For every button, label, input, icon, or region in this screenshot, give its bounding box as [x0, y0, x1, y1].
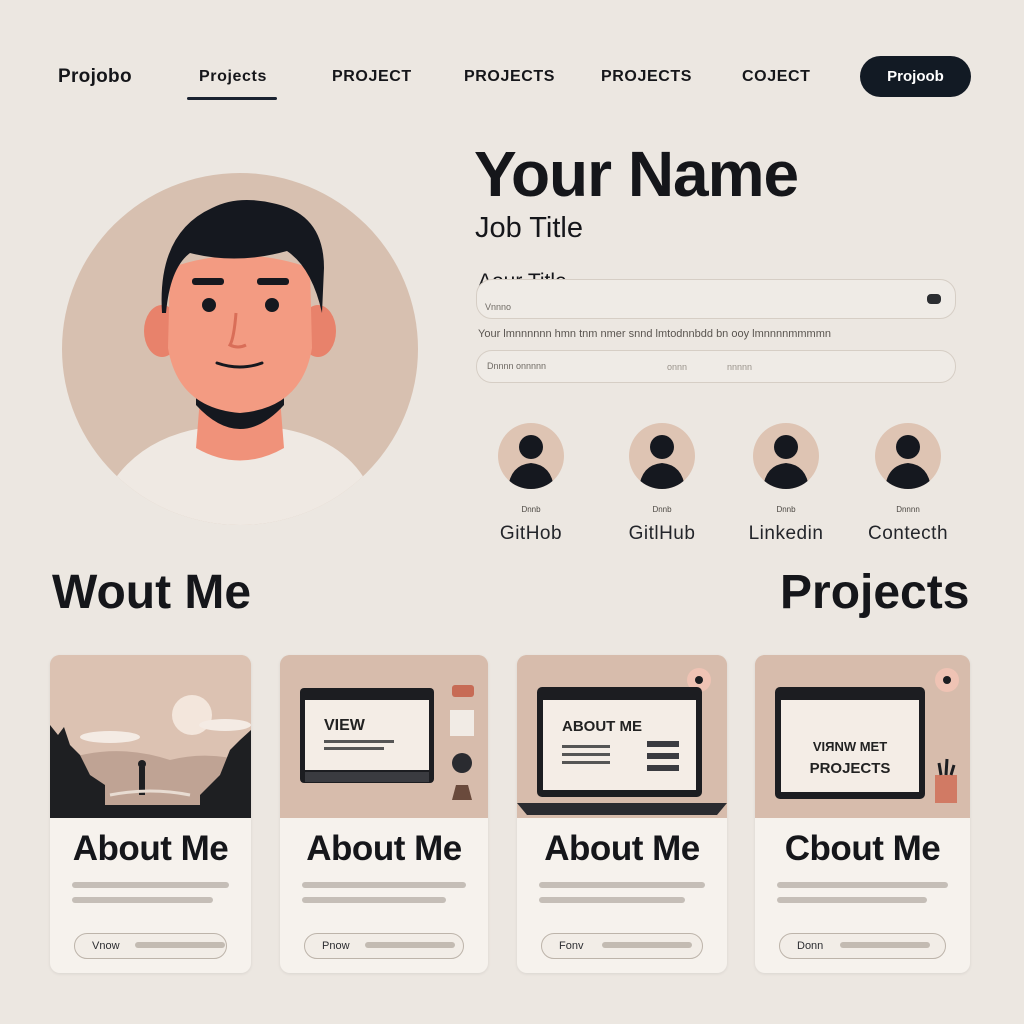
avatar-illustration	[112, 199, 367, 525]
user-silhouette-icon	[629, 423, 695, 489]
about-heading: Wout Me	[52, 566, 252, 619]
card-description	[302, 882, 466, 912]
user-silhouette-icon	[498, 423, 564, 489]
field2-value-2: nnnnn	[727, 362, 753, 372]
button-text-placeholder	[840, 942, 930, 948]
nav-link-project[interactable]: PROJECT	[332, 68, 412, 86]
card-title: About Me	[306, 829, 462, 868]
screen-about-text: ABOUT ME	[562, 718, 642, 735]
social-contact[interactable]: Dnnnn Contecth	[853, 423, 963, 553]
secondary-input-field[interactable]: Dnnnn onnnnn onnn nnnnn	[476, 350, 956, 383]
card-view-button[interactable]: Fonv	[541, 933, 703, 959]
button-text-placeholder	[602, 942, 692, 948]
social-caption: Dnnnn	[896, 505, 920, 514]
card-view-button[interactable]: Donn	[779, 933, 946, 959]
monitor-projects-image: VIЯNW МЕТ PROJECTS	[755, 655, 970, 818]
field2-value: onnn	[667, 362, 688, 372]
job-title: Job Title	[475, 212, 583, 244]
nav-link-projects-2[interactable]: PROJECTS	[464, 68, 555, 86]
nav-link-coject[interactable]: COJECT	[742, 68, 811, 86]
hero-name: Your Name	[474, 138, 799, 210]
nav-link-projects-3[interactable]: PROJECTS	[601, 68, 692, 86]
bio-text: Your lmnnnnnn hmn tnm nmer snnd lmtodnnb…	[478, 328, 831, 340]
card-button-label: Fonv	[559, 940, 584, 952]
social-label-linkedin: Linkedin	[748, 523, 824, 544]
card-view-button[interactable]: Pnow	[304, 933, 464, 959]
card-button-label: Donn	[797, 940, 824, 952]
social-label-github-2: GitlHub	[628, 523, 696, 544]
button-text-placeholder	[135, 942, 225, 948]
profile-avatar	[62, 173, 418, 525]
card-title: Cbout Me	[784, 829, 941, 868]
field2-placeholder: Dnnnn onnnnn	[487, 361, 547, 371]
card-description	[539, 882, 705, 912]
card-description	[72, 882, 229, 912]
project-card[interactable]: VIЯNW МЕТ PROJECTS Cbout Me Donn	[755, 655, 970, 973]
card-title: About Me	[544, 829, 700, 868]
nav-link-projects[interactable]: Projects	[187, 68, 277, 100]
card-view-button[interactable]: Vnow	[74, 933, 227, 959]
screen-line1-text: VIЯNW МЕТ	[813, 739, 887, 754]
about-input-field[interactable]: Vnnno	[476, 279, 956, 319]
social-label-contact: Contecth	[867, 523, 949, 544]
project-card[interactable]: About Me Vnow	[50, 655, 251, 973]
social-linkedin[interactable]: Dnnb Linkedin	[731, 423, 841, 553]
card-button-label: Vnow	[92, 940, 120, 952]
social-github-2[interactable]: Dnnb GitlHub	[607, 423, 717, 553]
card-title: About Me	[72, 829, 229, 868]
project-card[interactable]: VIEW About Me Pnow	[280, 655, 488, 973]
button-text-placeholder	[365, 942, 455, 948]
screen-view-text: VIEW	[324, 717, 366, 734]
nav-cta-button[interactable]: Projoob	[860, 56, 971, 97]
card-description	[777, 882, 948, 912]
projects-heading: Projects	[780, 566, 970, 619]
card-button-label: Pnow	[322, 940, 350, 952]
monitor-image: VIEW	[280, 655, 488, 818]
toggle-icon[interactable]	[925, 292, 943, 306]
field-placeholder: Vnnno	[485, 302, 512, 312]
top-navigation: Projobo Projects PROJECT PROJECTS PROJEC…	[0, 0, 1024, 110]
project-card[interactable]: ABOUT ME About Me Fonv	[517, 655, 727, 973]
brand-logo[interactable]: Projobo	[58, 66, 132, 88]
laptop-image: ABOUT ME	[517, 655, 727, 818]
social-caption: Dnnb	[521, 505, 541, 514]
social-github[interactable]: Dnnb GitHob	[476, 423, 586, 553]
social-caption: Dnnb	[652, 505, 672, 514]
social-caption: Dnnb	[776, 505, 796, 514]
screen-line2-text: PROJECTS	[810, 760, 891, 777]
social-label-github: GitHob	[499, 523, 563, 544]
user-silhouette-icon	[875, 423, 941, 489]
user-silhouette-icon	[753, 423, 819, 489]
landscape-image	[50, 655, 251, 818]
